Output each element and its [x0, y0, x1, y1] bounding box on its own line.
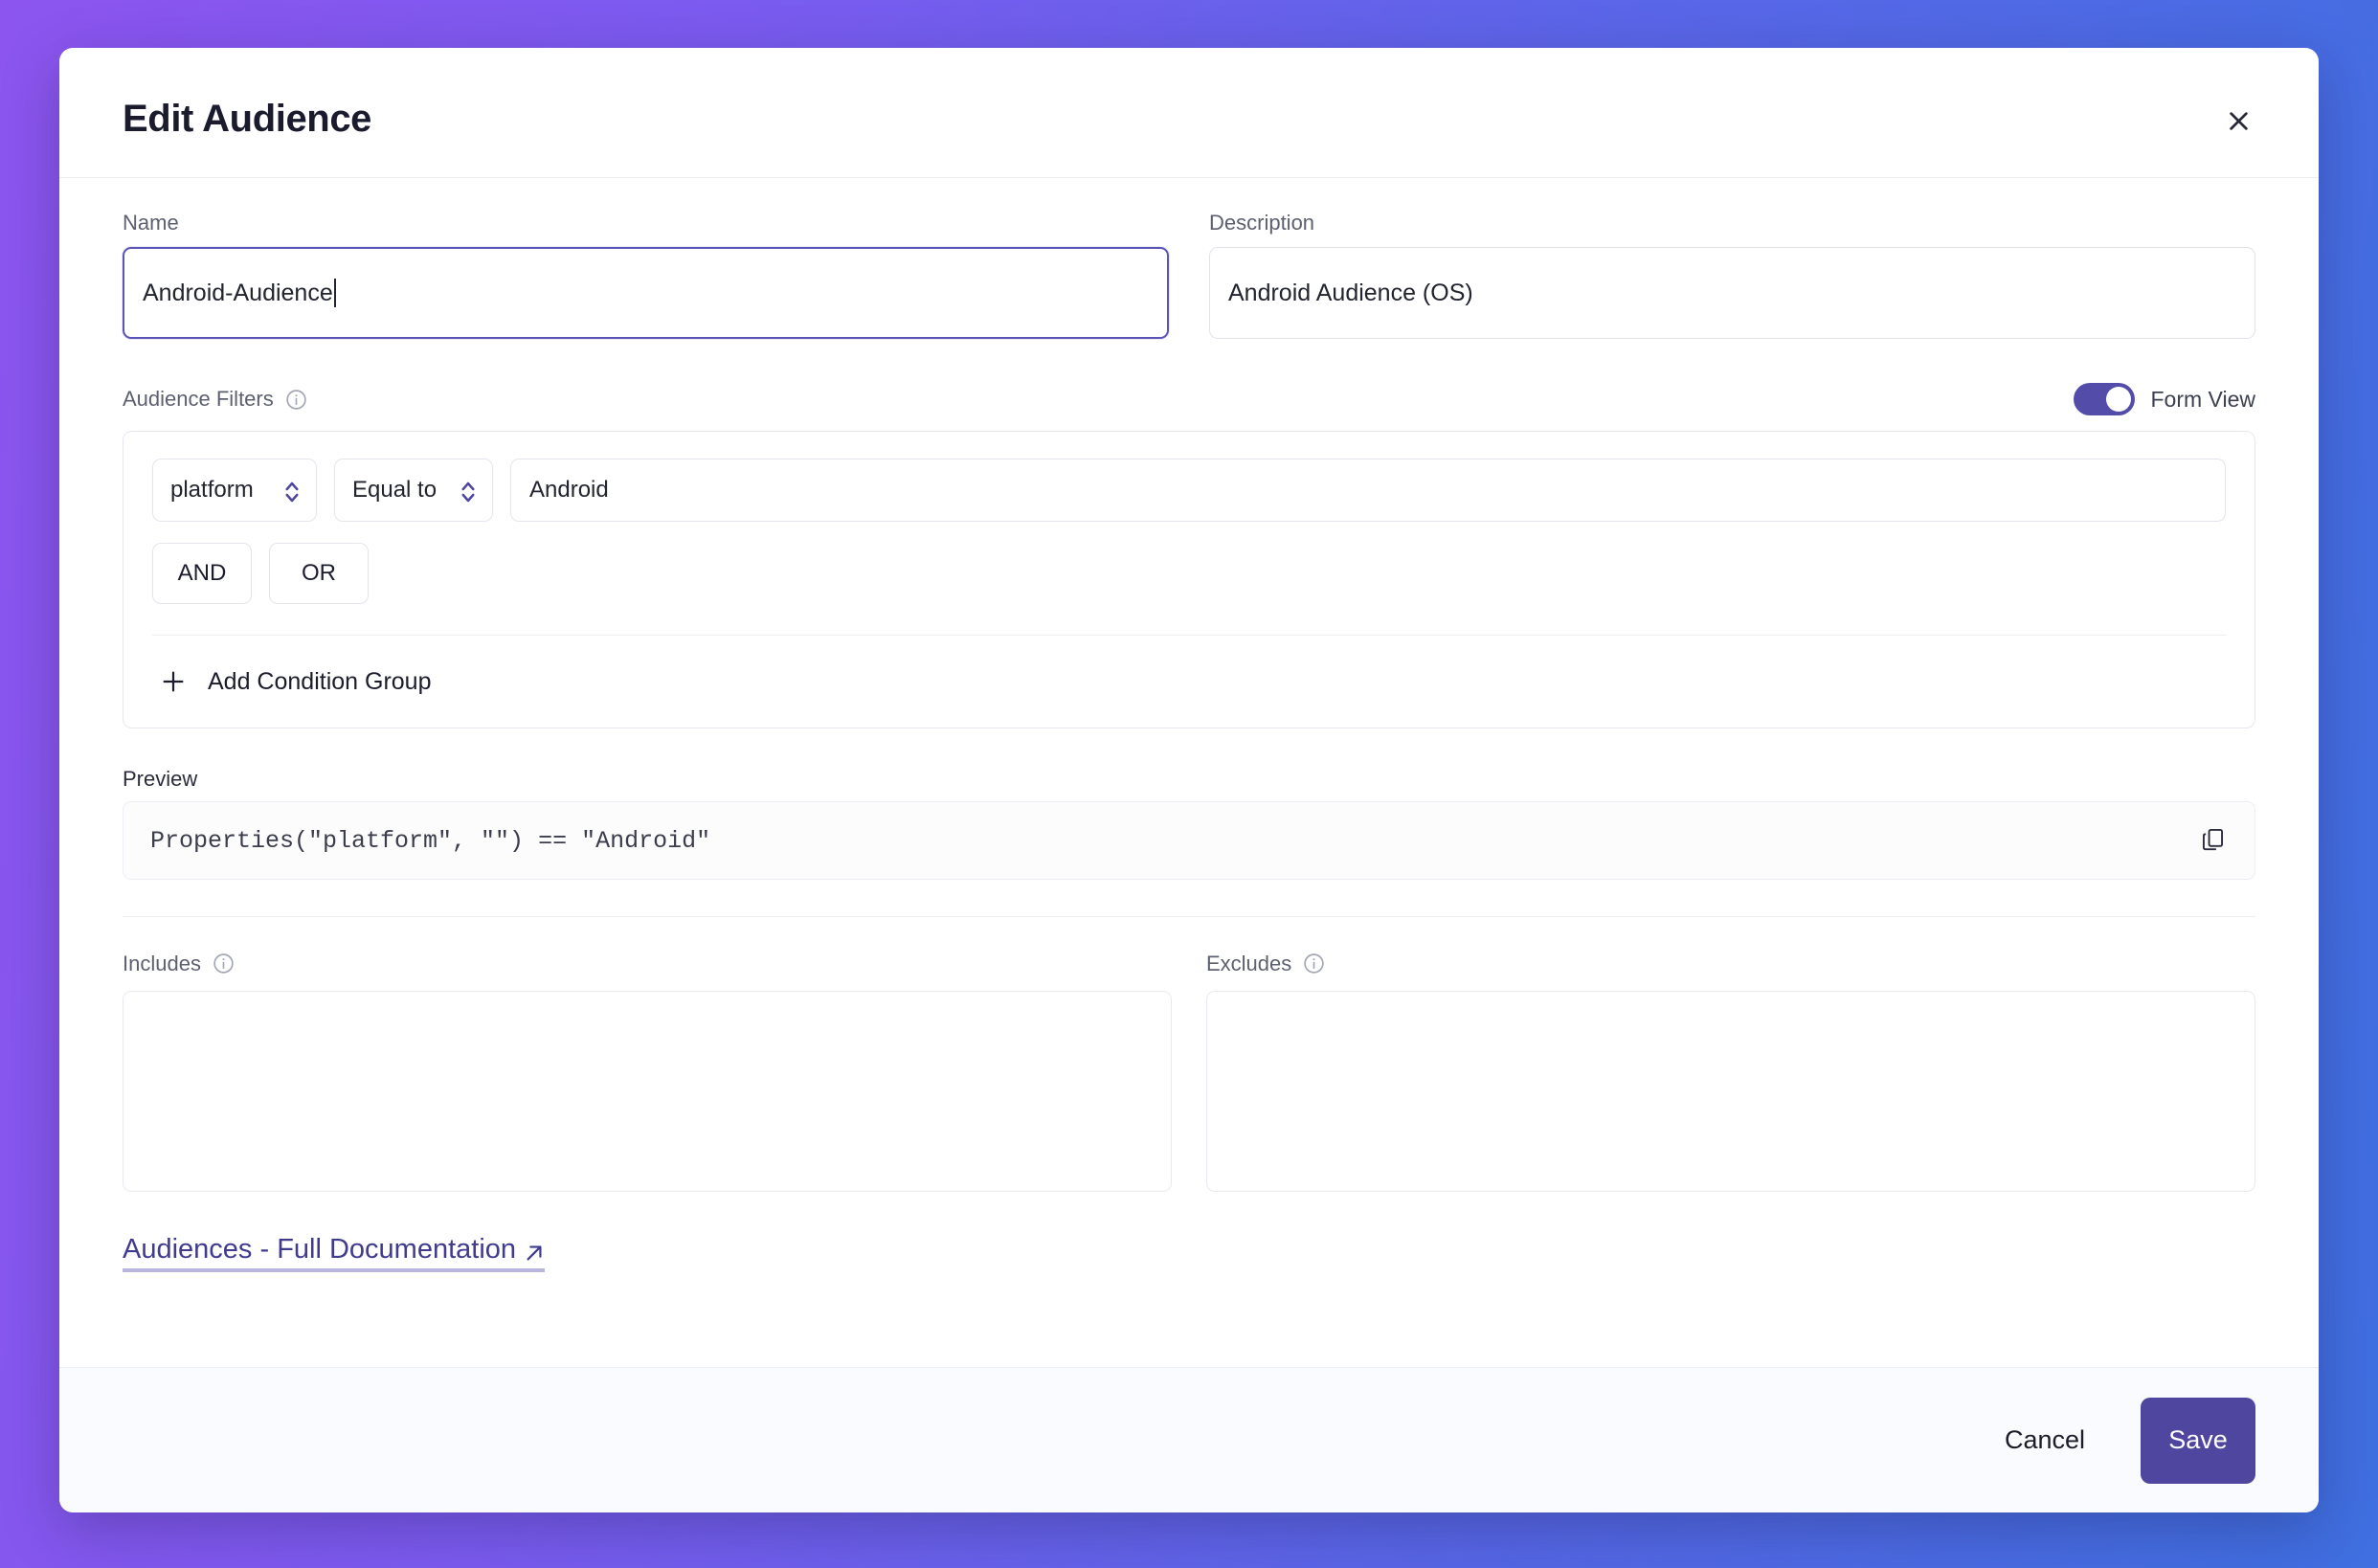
logic-operator-row: AND OR [152, 543, 2226, 636]
save-button[interactable]: Save [2141, 1397, 2255, 1484]
includes-textarea[interactable] [123, 991, 1172, 1192]
divider [123, 916, 2255, 917]
excludes-group: Excludes [1206, 952, 2255, 1192]
info-icon[interactable] [1302, 952, 1326, 975]
property-select[interactable]: platform [152, 459, 317, 522]
copy-icon [2200, 826, 2226, 855]
operator-select-value: Equal to [352, 477, 437, 503]
and-button[interactable]: AND [152, 543, 252, 604]
add-condition-group-label: Add Condition Group [208, 667, 432, 695]
condition-value-input[interactable]: Android [510, 459, 2226, 522]
toggle-knob [2105, 387, 2131, 412]
close-icon [2226, 108, 2252, 137]
includes-label: Includes [123, 951, 201, 975]
full-documentation-label: Audiences - Full Documentation [123, 1234, 517, 1265]
excludes-header: Excludes [1206, 952, 2255, 975]
filters-panel: platform Equal to Android AND OR Add Con… [123, 431, 2255, 728]
description-input[interactable]: Android Audience (OS) [1209, 247, 2255, 339]
chevron-updown-icon [460, 478, 477, 503]
audience-filters-header: Audience Filters Form View [123, 383, 2255, 415]
description-label: Description [1209, 211, 1315, 235]
preview-code: Properties("platform", "") == "Android" [150, 826, 711, 855]
form-view-toggle-group: Form View [2073, 383, 2256, 415]
property-select-value: platform [170, 477, 254, 503]
name-label: Name [123, 211, 179, 235]
cancel-button[interactable]: Cancel [1987, 1412, 2102, 1468]
description-input-value: Android Audience (OS) [1228, 279, 1473, 306]
add-condition-group-button[interactable]: Add Condition Group [160, 668, 431, 695]
excludes-label: Excludes [1206, 951, 1292, 975]
form-view-label: Form View [2150, 386, 2256, 412]
condition-row: platform Equal to Android [152, 459, 2226, 522]
name-input-value: Android-Audience [143, 279, 333, 306]
description-field-group: Description Android Audience (OS) [1209, 213, 2255, 339]
modal-body: Name Android-Audience Description Androi… [59, 178, 2319, 1367]
preview-label: Preview [123, 767, 198, 791]
name-field-group: Name Android-Audience [123, 213, 1169, 339]
includes-header: Includes [123, 952, 1172, 975]
info-icon[interactable] [284, 388, 308, 412]
edit-audience-modal: Edit Audience Name Android-Audience Desc… [59, 48, 2319, 1512]
chevron-updown-icon [283, 478, 301, 503]
external-link-icon [524, 1240, 545, 1261]
preview-box: Properties("platform", "") == "Android" [123, 801, 2255, 880]
text-cursor [333, 279, 336, 307]
form-view-toggle[interactable] [2073, 383, 2135, 415]
plus-icon [160, 668, 187, 695]
condition-value-text: Android [529, 477, 609, 503]
info-icon[interactable] [212, 952, 236, 975]
excludes-textarea[interactable] [1206, 991, 2255, 1192]
page-title: Edit Audience [123, 98, 372, 140]
close-button[interactable] [2211, 96, 2265, 149]
operator-select[interactable]: Equal to [334, 459, 493, 522]
name-input[interactable]: Android-Audience [123, 247, 1169, 339]
audience-filters-label: Audience Filters [123, 387, 274, 411]
modal-footer: Cancel Save [59, 1367, 2319, 1512]
full-documentation-link[interactable]: Audiences - Full Documentation [123, 1234, 546, 1272]
copy-button[interactable] [2191, 819, 2233, 862]
includes-group: Includes [123, 952, 1172, 1192]
includes-excludes-row: Includes Excludes [123, 952, 2255, 1192]
or-button[interactable]: OR [269, 543, 369, 604]
modal-header: Edit Audience [59, 48, 2319, 178]
name-description-row: Name Android-Audience Description Androi… [123, 213, 2255, 339]
